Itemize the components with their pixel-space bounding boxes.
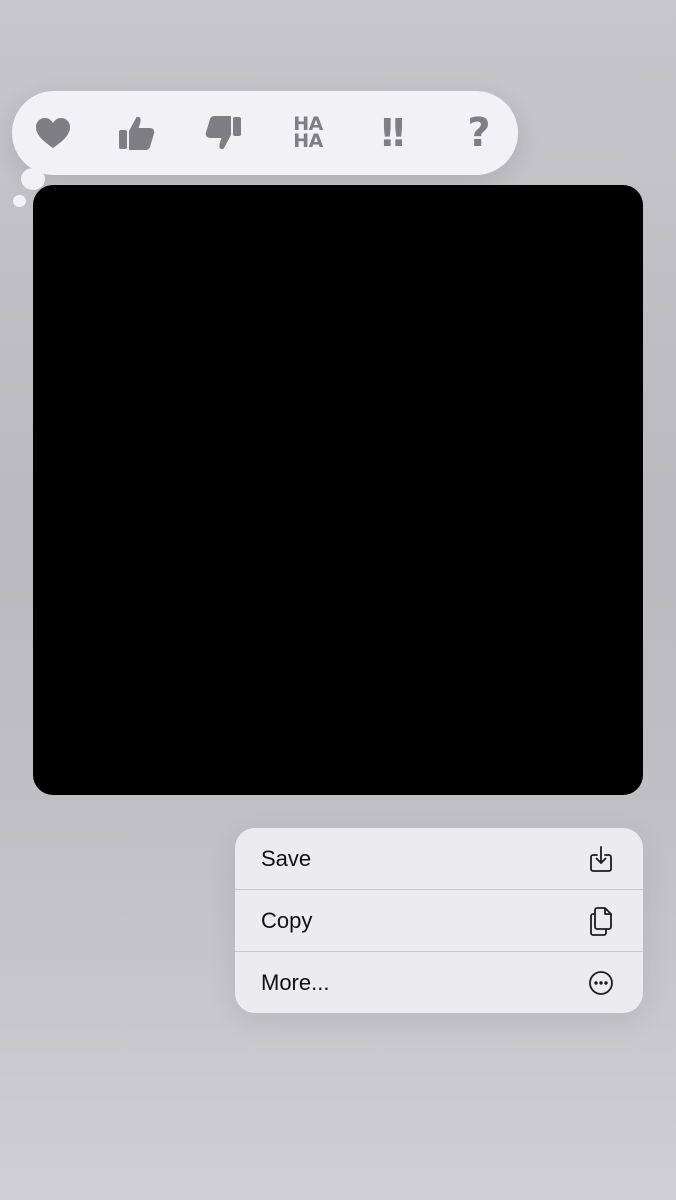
reaction-thumbs-up-button[interactable] — [102, 91, 172, 175]
heart-icon — [36, 118, 70, 148]
thumbs-up-icon — [119, 116, 155, 150]
context-menu: Save Copy More... — [235, 828, 643, 1013]
reaction-haha-button[interactable]: HA HA — [273, 91, 343, 175]
more-ellipsis-circle-icon — [587, 969, 615, 997]
reaction-question-button[interactable]: ? — [444, 91, 514, 175]
copy-documents-icon — [587, 906, 615, 936]
reaction-heart-button[interactable] — [18, 91, 88, 175]
tapback-tail-dot — [13, 195, 26, 207]
thumbs-down-icon — [205, 116, 241, 150]
question-mark-icon: ? — [467, 110, 491, 156]
reaction-thumbs-down-button[interactable] — [188, 91, 258, 175]
save-menu-item[interactable]: Save — [235, 828, 643, 889]
tapback-reaction-bar: HA HA !! ? — [12, 91, 518, 175]
save-label: Save — [261, 845, 312, 871]
save-download-icon — [587, 845, 615, 873]
haha-icon: HA HA — [293, 113, 323, 152]
more-menu-item[interactable]: More... — [235, 951, 643, 1013]
more-label: More... — [261, 969, 330, 995]
tapback-tail-bubble — [21, 168, 45, 190]
double-exclamation-icon: !! — [378, 111, 408, 155]
copy-label: Copy — [261, 907, 313, 933]
selected-image-message[interactable] — [33, 185, 643, 795]
reaction-emphasize-button[interactable]: !! — [358, 91, 428, 175]
copy-menu-item[interactable]: Copy — [235, 889, 643, 951]
